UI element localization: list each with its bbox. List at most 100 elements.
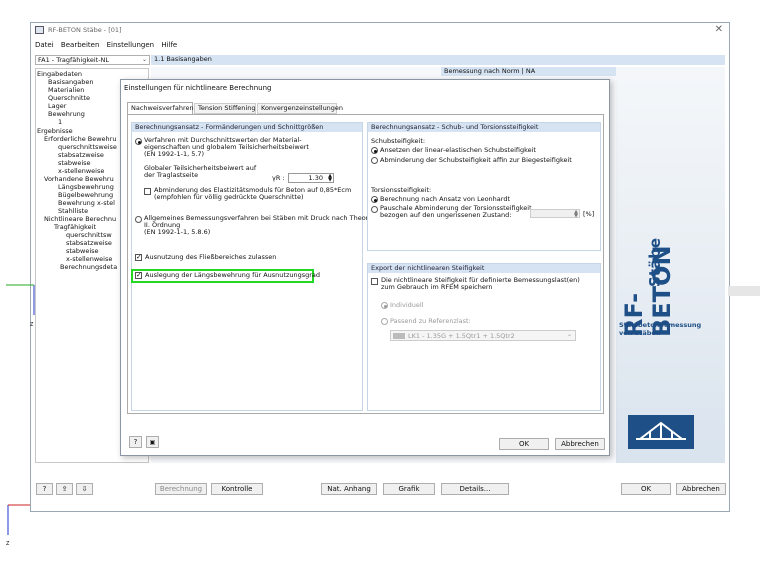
spinner-icon[interactable]: ▲ ▼ bbox=[328, 174, 332, 183]
abbrechen-button-main[interactable]: Abbrechen bbox=[676, 483, 726, 495]
schub-label: Schubsteifigkeit: bbox=[371, 137, 426, 145]
kontrolle-button[interactable]: Kontrolle bbox=[211, 483, 263, 495]
opt2-line3: (EN 1992-1-1, 5.8.6) bbox=[144, 228, 211, 236]
close-icon[interactable]: ✕ bbox=[715, 24, 723, 35]
graphic-scrollbar-strip bbox=[728, 286, 760, 296]
spinner-icon[interactable]: ▲ ▼ bbox=[574, 210, 578, 219]
tree-item[interactable]: Materialien bbox=[48, 86, 84, 94]
berechnung-button[interactable]: Berechnung bbox=[155, 483, 207, 495]
torsion-label: Torsionssteifigkeit: bbox=[371, 186, 432, 194]
tree-item[interactable]: Stahlliste bbox=[58, 207, 88, 215]
grafik-button[interactable]: Grafik bbox=[383, 483, 435, 495]
brand-desc-2: von Stäben bbox=[619, 329, 661, 337]
tree-item[interactable]: Erforderliche Bewehru bbox=[44, 135, 116, 143]
right-settings-group: Berechnungsansatz - Schub- und Torsionss… bbox=[367, 122, 601, 251]
help-icon: ? bbox=[133, 438, 138, 446]
torsion-unit: [%] bbox=[583, 210, 595, 218]
bridge-logo-icon bbox=[628, 415, 694, 449]
allgemeines-radio[interactable] bbox=[135, 216, 142, 223]
tree-item[interactable]: Querschnitte bbox=[48, 94, 90, 102]
gamma-symbol: γR : bbox=[272, 174, 285, 182]
torsion1-label: Berechnung nach Ansatz von Leonhardt bbox=[380, 195, 511, 203]
tab-konvergenzeinstellungen[interactable]: Konvergenzeinstellungen bbox=[257, 103, 343, 114]
tree-item[interactable]: stabsatzweise bbox=[58, 151, 104, 159]
left-group-header: Berechnungsansatz - Formänderungen und S… bbox=[132, 123, 362, 132]
bottom-icon-button-2[interactable]: ⇪ bbox=[56, 483, 73, 495]
details-button[interactable]: Details... bbox=[441, 483, 509, 495]
export-group-header: Export der nichtlinearen Steifigkeit bbox=[368, 264, 600, 273]
tree-item[interactable]: Tragfähigkeit bbox=[54, 223, 96, 231]
individuell-radio[interactable] bbox=[381, 302, 388, 309]
panel-title: 1.1 Basisangaben bbox=[154, 55, 212, 63]
dialog-ok-button[interactable]: OK bbox=[499, 438, 549, 450]
bottom-icon-button-1[interactable]: ? bbox=[36, 483, 53, 495]
tree-item[interactable]: Lager bbox=[48, 102, 66, 110]
tab-nachweisverfahren[interactable]: Nachweisverfahren bbox=[127, 102, 194, 114]
chevron-down-icon: ⌄ bbox=[566, 331, 572, 338]
abm-line2: (empfohlen für völlig gedrückte Querschn… bbox=[154, 193, 304, 201]
schub2-label: Abminderung der Schubsteifigkeit affin z… bbox=[380, 156, 572, 164]
torsion2-line2: bezogen auf den ungerissenen Zustand: bbox=[380, 211, 512, 219]
bottom-icon-button-3[interactable]: ⇩ bbox=[76, 483, 93, 495]
tree-item[interactable]: Ergebnisse bbox=[37, 127, 73, 135]
nat-anhang-button[interactable]: Nat. Anhang bbox=[321, 483, 377, 495]
verfahren-radio[interactable] bbox=[135, 138, 142, 145]
auslegung-checkbox[interactable]: ✓ bbox=[135, 272, 142, 279]
opt1-line3: (EN 1992-1-1, 5.7) bbox=[144, 150, 205, 158]
tree-item[interactable]: Vorhandene Bewehru bbox=[44, 175, 114, 183]
dialog-help-button[interactable]: ? bbox=[129, 436, 142, 448]
schub-affin-radio[interactable] bbox=[371, 157, 378, 164]
window-title: RF-BETON Stäbe - [01] bbox=[48, 26, 122, 34]
tree-item[interactable]: Eingabedaten bbox=[37, 70, 82, 78]
tree-item[interactable]: Längsbewehrung bbox=[58, 183, 114, 191]
abminderung-checkbox[interactable] bbox=[144, 188, 151, 195]
app-icon bbox=[35, 26, 44, 34]
menu-hilfe[interactable]: Hilfe bbox=[161, 41, 177, 49]
tree-item[interactable]: Bewehrung x-stel bbox=[58, 199, 115, 207]
fliess-checkbox[interactable]: ✓ bbox=[135, 254, 142, 261]
referenzlast-select[interactable]: LK1 - 1.35G + 1.5Qtr1 + 1.5Qtr2 ⌄ bbox=[390, 330, 576, 341]
ok-button-main[interactable]: OK bbox=[621, 483, 671, 495]
menu-datei[interactable]: Datei bbox=[35, 41, 54, 49]
tree-item[interactable]: Nichtlineare Berechnu bbox=[44, 215, 116, 223]
auslegung-label: Auslegung der Längsbewehrung für Ausnutz… bbox=[145, 271, 321, 279]
tree-item[interactable]: Berechnungsdeta bbox=[60, 263, 117, 271]
tab-tension-stiffening[interactable]: Tension Stiffening bbox=[194, 103, 256, 114]
menu-bearbeiten[interactable]: Bearbeiten bbox=[61, 41, 99, 49]
dialog-defaults-button[interactable]: ▣ bbox=[146, 436, 159, 448]
tree-item[interactable]: Basisangaben bbox=[48, 78, 93, 86]
passend-label: Passend zu Referenzlast: bbox=[390, 317, 471, 325]
right-group-header: Berechnungsansatz - Schub- und Torsionss… bbox=[368, 123, 600, 132]
tree-item[interactable]: x-stellenweise bbox=[58, 167, 104, 175]
tree-item[interactable]: x-stellenweise bbox=[66, 255, 112, 263]
tree-item[interactable]: Bewehrung bbox=[48, 110, 85, 118]
tree-item[interactable]: stabsatzweise bbox=[66, 239, 112, 247]
gamma-input[interactable]: 1.30 ▲ ▼ bbox=[288, 173, 334, 183]
schub1-label: Ansetzen der linear-elastischen Schubste… bbox=[380, 146, 536, 154]
axis-z-label: Z bbox=[30, 322, 34, 328]
torsion-percent-input[interactable]: ▲ ▼ bbox=[530, 209, 580, 219]
tree-item[interactable]: querschnittsweise bbox=[58, 143, 117, 151]
tree-item[interactable]: 1 bbox=[58, 118, 62, 126]
panel-title-bar: 1.1 Basisangaben bbox=[151, 55, 725, 65]
tree-item[interactable]: stabweise bbox=[58, 159, 91, 167]
dialog-abbrechen-button[interactable]: Abbrechen bbox=[555, 438, 605, 450]
menu-bar: Datei Bearbeiten Einstellungen Hilfe bbox=[35, 41, 182, 51]
brand-graphic: RF-BETON Stäbe Stahlbetonbemessung von S… bbox=[616, 67, 725, 463]
schub-linear-radio[interactable] bbox=[371, 147, 378, 154]
fliess-label: Ausnutzung des Fließbereiches zulassen bbox=[145, 253, 277, 261]
export-check-line2: zum Gebrauch im RFEM speichern bbox=[381, 283, 493, 291]
save-defaults-icon: ▣ bbox=[149, 438, 156, 446]
title-bar: RF-BETON Stäbe - [01] ✕ bbox=[31, 23, 729, 38]
case-select[interactable]: FA1 - Tragfähigkeit-NL ⌄ bbox=[35, 55, 150, 65]
tree-item[interactable]: Bügelbewehrung bbox=[58, 191, 113, 199]
import-icon: ⇩ bbox=[81, 485, 88, 493]
passend-radio[interactable] bbox=[381, 318, 388, 325]
tree-item[interactable]: querschnittsw bbox=[66, 231, 112, 239]
export-checkbox[interactable] bbox=[371, 278, 378, 285]
torsion-pauschal-radio[interactable] bbox=[371, 206, 378, 213]
torsion-leonhardt-radio[interactable] bbox=[371, 196, 378, 203]
menu-einstellungen[interactable]: Einstellungen bbox=[107, 41, 154, 49]
chevron-down-icon: ⌄ bbox=[141, 56, 147, 63]
tree-item[interactable]: stabweise bbox=[66, 247, 99, 255]
